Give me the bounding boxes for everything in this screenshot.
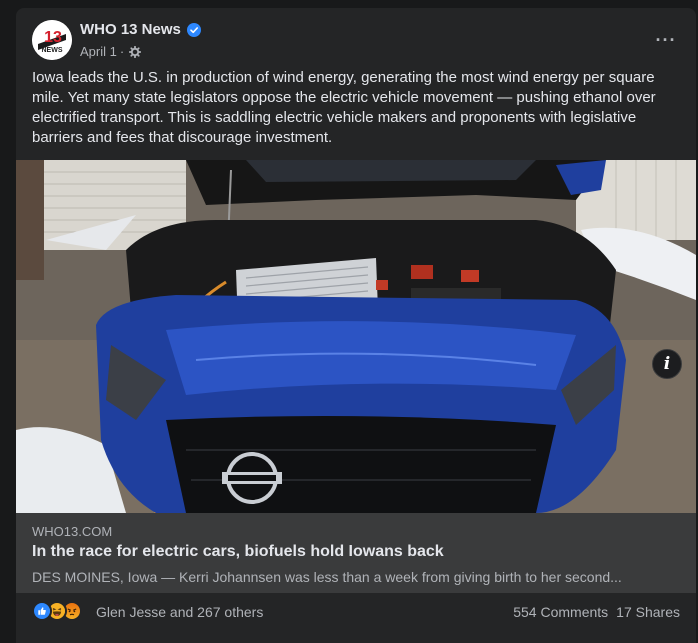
link-preview[interactable]: WHO13.COM In the race for electric cars,…: [16, 513, 696, 593]
post-header: 13 NEWS WHO 13 News April 1 · ···: [32, 20, 680, 64]
link-domain: WHO13.COM: [32, 524, 113, 539]
avatar[interactable]: 13 NEWS: [32, 20, 72, 60]
logo-word: NEWS: [42, 47, 63, 54]
more-options-button[interactable]: ···: [648, 22, 684, 58]
link-description: DES MOINES, Iowa — Kerri Johannsen was l…: [32, 569, 622, 585]
shares-count-link[interactable]: 17 Shares: [616, 604, 680, 620]
post-date-link[interactable]: April 1: [80, 44, 117, 59]
page-name-link[interactable]: WHO 13 News: [80, 21, 181, 38]
link-title: In the race for electric cars, biofuels …: [32, 543, 444, 560]
car-hood-photo: [16, 160, 696, 513]
comments-count-link[interactable]: 554 Comments: [513, 604, 608, 620]
reactions-bar: Glen Jesse and 267 others 554 Comments 1…: [32, 599, 680, 623]
meta-separator: ·: [119, 44, 125, 59]
name-row: WHO 13 News: [80, 21, 201, 38]
post-meta: April 1 ·: [80, 44, 142, 59]
engagement-counts: 554 Comments 17 Shares: [513, 604, 680, 620]
post-card: 13 NEWS WHO 13 News April 1 · ··· Iowa l…: [16, 8, 696, 643]
info-button[interactable]: i: [652, 349, 682, 379]
three-dots-icon: ···: [655, 29, 677, 50]
public-audience-icon[interactable]: [129, 45, 142, 58]
post-text: Iowa leads the U.S. in production of win…: [32, 69, 656, 146]
like-icon: [32, 601, 52, 621]
reaction-icons[interactable]: [32, 601, 82, 621]
logo-number: 13: [44, 29, 62, 46]
reaction-names[interactable]: Glen Jesse and 267 others: [96, 604, 263, 620]
info-icon: i: [663, 354, 671, 374]
who13-logo: 13 NEWS: [32, 20, 72, 60]
verified-badge-icon: [186, 22, 201, 37]
post-image[interactable]: [16, 160, 696, 513]
